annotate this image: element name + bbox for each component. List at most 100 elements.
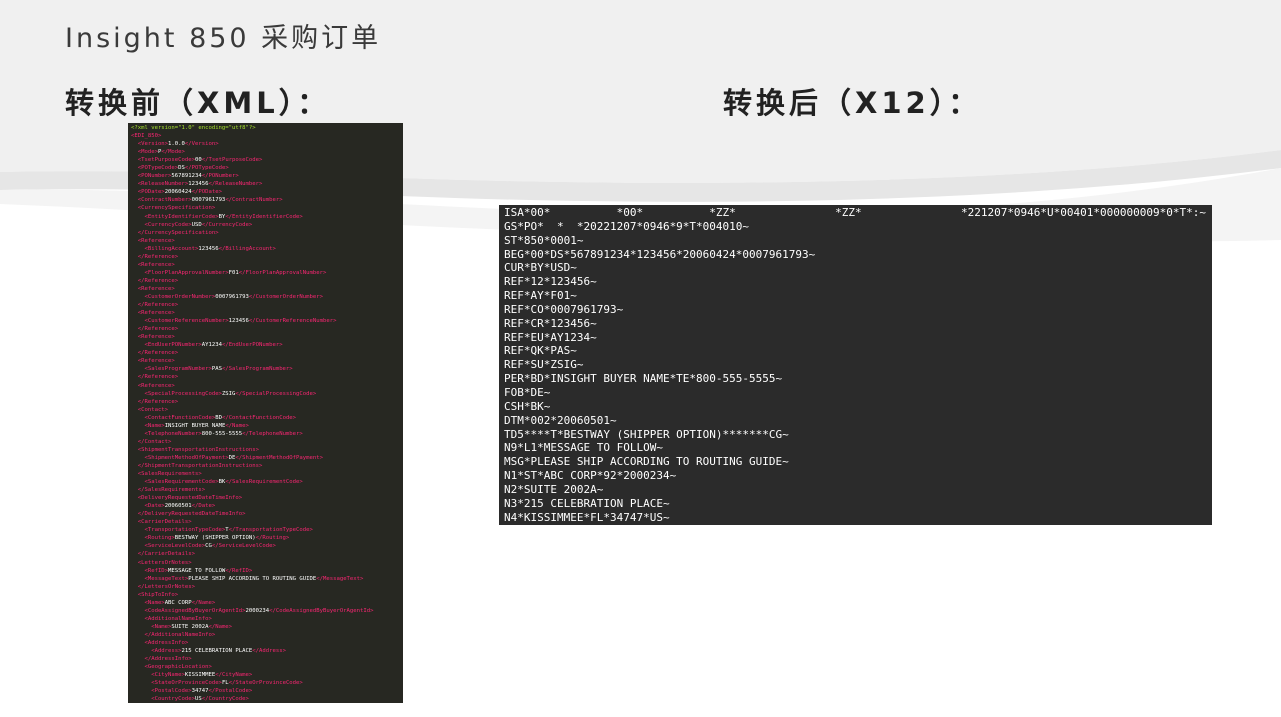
xml-line: <AdditionalNameInfo> — [131, 615, 403, 623]
xml-line: </Reference> — [131, 373, 403, 381]
xml-tag: </SalesProgramNumber> — [221, 366, 293, 373]
xml-line: <ReleaseNumber>123456</ReleaseNumber> — [131, 180, 403, 188]
xml-tag: </BillingAccount> — [218, 245, 276, 252]
xml-line: </Reference> — [131, 325, 403, 333]
xml-tag: <ReleaseNumber> — [131, 181, 189, 188]
xml-value: 215 CELEBRATION PLACE — [181, 648, 253, 655]
xml-tag: </PONumber> — [201, 173, 239, 180]
xml-tag: </Mode> — [161, 149, 185, 156]
xml-tag: <Date> — [131, 503, 165, 510]
xml-tag: <ContactFunctionCode> — [131, 414, 216, 421]
x12-segment-line: PER*BD*INSIGHT BUYER NAME*TE*800-555-555… — [504, 372, 783, 386]
xml-tag: <Reference> — [131, 358, 175, 365]
xml-line: <TsetPurposeCode>00</TsetPurposeCode> — [131, 156, 403, 164]
xml-tag: </Reference> — [131, 374, 179, 381]
xml-line: <Reference> — [131, 333, 403, 341]
xml-tag: <CountryCode> — [131, 696, 195, 703]
xml-line: <CountryCode>US</CountryCode> — [131, 695, 403, 703]
xml-value: PAS — [211, 366, 222, 373]
xml-tag: <ContractNumber> — [131, 197, 192, 204]
xml-line: <TelephoneNumber>800-555-5555</Telephone… — [131, 430, 403, 438]
xml-line: <CustomerOrderNumber>0007961793</Custome… — [131, 293, 403, 301]
xml-line: </CarrierDetails> — [131, 550, 403, 558]
xml-tag: </PostalCode> — [208, 688, 253, 695]
xml-line: <CityName>KISSIMMEE</CityName> — [131, 671, 403, 679]
xml-tag: </Reference> — [131, 350, 179, 357]
xml-line: </SalesRequirements> — [131, 486, 403, 494]
xml-value: PLEASE SHIP ACCORDING TO ROUTING GUIDE — [188, 575, 317, 582]
xml-line: <ShipmentMethodOfPayment>DE</ShipmentMet… — [131, 454, 403, 462]
xml-value: KISSIMMEE — [184, 672, 216, 679]
xml-tag: <SpecialProcessingCode> — [131, 390, 222, 397]
xml-line: </Contact> — [131, 438, 403, 446]
xml-tag: </ContractNumber> — [225, 197, 283, 204]
xml-tag: <ShipmentMethodOfPayment> — [131, 454, 229, 461]
xml-tag: <Version> — [131, 141, 169, 148]
xml-value: USD — [191, 221, 202, 228]
xml-tag: <SalesProgramNumber> — [131, 366, 212, 373]
xml-tag: <ShipToInfo> — [131, 591, 179, 598]
xml-tag: </ReleaseNumber> — [208, 181, 263, 188]
xml-line: <CurrencyCode>USD</CurrencyCode> — [131, 221, 403, 229]
xml-tag: </Date> — [191, 503, 216, 510]
xml-tag: </RefID> — [225, 567, 253, 574]
xml-tag: </CodeAssignedByBuyerOrAgentId> — [269, 607, 374, 614]
xml-tag: </TsetPurposeCode> — [201, 157, 263, 164]
xml-value: 800-555-5555 — [201, 430, 243, 437]
xml-value: 0007961793 — [215, 293, 249, 300]
xml-line: </ShipmentTransportationInstructions> — [131, 462, 403, 470]
xml-tag: <Name> — [131, 599, 165, 606]
xml-tag: <FloorPlanApprovalNumber> — [131, 269, 229, 276]
xml-line: <SalesProgramNumber>PAS</SalesProgramNum… — [131, 365, 403, 373]
xml-line: <CurrencySpecification> — [131, 204, 403, 212]
xml-line: </LettersOrNotes> — [131, 583, 403, 591]
xml-tag: </CurrencySpecification> — [131, 229, 219, 236]
xml-tag: <TelephoneNumber> — [131, 430, 202, 437]
x12-segment-line: N4*KISSIMMEE*FL*34747*US~ — [504, 510, 670, 524]
xml-tag: </LettersOrNotes> — [131, 583, 195, 590]
x12-segment-line: FOB*DE~ — [504, 385, 551, 399]
xml-line: <ShipToInfo> — [131, 591, 403, 599]
xml-line: <MessageText>PLEASE SHIP ACCORDING TO RO… — [131, 575, 403, 583]
xml-tag: </CurrencyCode> — [201, 221, 253, 228]
xml-tag: <AdditionalNameInfo> — [131, 615, 212, 622]
xml-line: <SalesRequirementCode>BK</SalesRequireme… — [131, 478, 403, 486]
xml-tag: <TransportationTypeCode> — [131, 527, 226, 534]
x12-segment-line: REF*SU*ZSIG~ — [504, 358, 584, 372]
xml-line: <POTypeCode>DS</POTypeCode> — [131, 164, 403, 172]
x12-segment-line: GS*PO* * *20221207*0946*9*T*004010~ — [504, 219, 750, 233]
xml-line: <?xml version="1.0" encoding="utf8"?> — [131, 124, 403, 132]
xml-value: 123456 — [228, 318, 249, 325]
xml-line: <Name>ABC CORP</Name> — [131, 599, 403, 607]
xml-line: <FloorPlanApprovalNumber>F01</FloorPlanA… — [131, 269, 403, 277]
xml-line: <Reference> — [131, 357, 403, 365]
xml-tag: <EndUserPONumber> — [131, 342, 202, 349]
xml-tag: </TelephoneNumber> — [242, 430, 303, 437]
xml-tag: <DeliveryRequestedDateTimeInfo> — [131, 495, 243, 502]
xml-value: SUITE 2002A — [171, 623, 209, 630]
xml-line: <ShipmentTransportationInstructions> — [131, 446, 403, 454]
xml-value: 00 — [195, 157, 202, 164]
xml-tag: <Name> — [131, 623, 172, 630]
xml-line: <LettersOrNotes> — [131, 559, 403, 567]
xml-line: </CurrencySpecification> — [131, 229, 403, 237]
xml-value: 20060501 — [164, 503, 192, 510]
xml-value: AY1234 — [201, 342, 222, 349]
xml-tag: <Reference> — [131, 310, 175, 317]
x12-code-panel: ISA*00* *00* *ZZ* *ZZ* *221207*0946*U*00… — [499, 205, 1212, 525]
x12-segment-line: DTM*002*20060501~ — [504, 413, 617, 427]
xml-tag: </AdditionalNameInfo> — [131, 631, 216, 638]
xml-tag: </Reference> — [131, 398, 179, 405]
xml-line: <StateOrProvinceCode>FL</StateOrProvince… — [131, 679, 403, 687]
xml-value: BESTWAY (SHIPPER OPTION) — [174, 535, 256, 542]
x12-segment-line: ISA*00* *00* *ZZ* *ZZ* *221207*0946*U*00… — [504, 206, 1206, 219]
xml-line: <Address>215 CELEBRATION PLACE</Address> — [131, 647, 403, 655]
xml-tag: </Name> — [208, 623, 233, 630]
xml-line: </AdditionalNameInfo> — [131, 631, 403, 639]
xml-value: 2000234 — [245, 607, 270, 614]
xml-tag: <CityName> — [131, 672, 185, 679]
x12-segment-line: REF*QK*PAS~ — [504, 344, 577, 358]
xml-tag: </PODate> — [191, 189, 222, 196]
xml-line: <Routing>BESTWAY (SHIPPER OPTION)</Routi… — [131, 534, 403, 542]
xml-line: </Reference> — [131, 301, 403, 309]
